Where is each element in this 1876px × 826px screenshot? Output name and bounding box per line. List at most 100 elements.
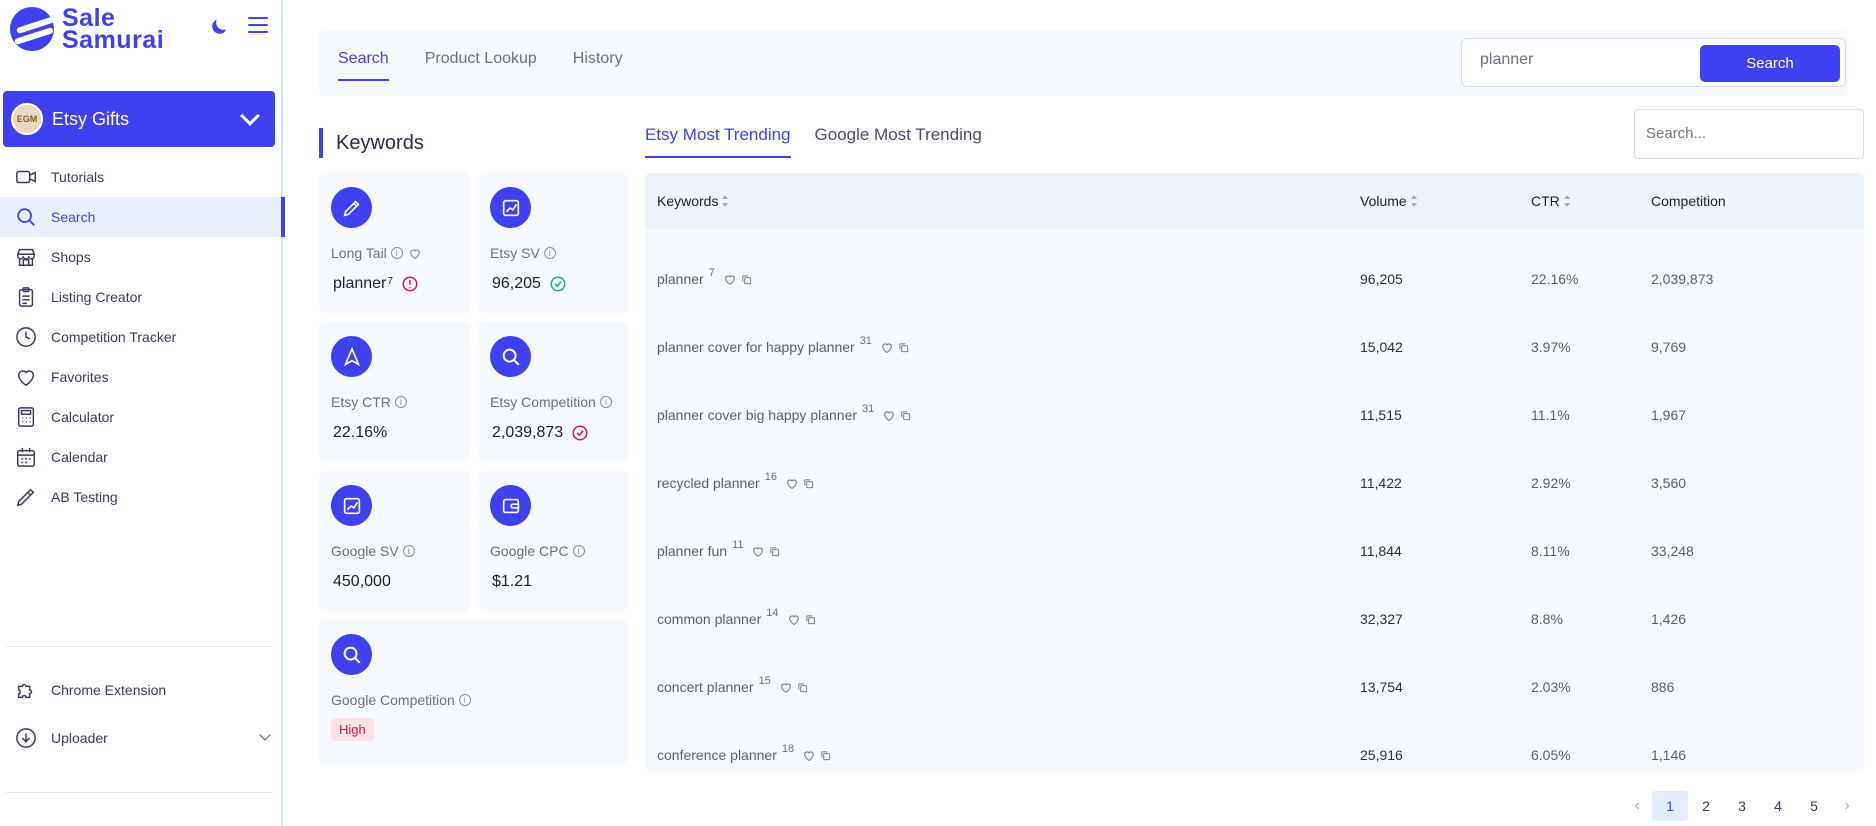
top-tabs: Search Product Lookup History <box>338 30 659 96</box>
card-label: Google SV <box>331 543 399 559</box>
keyword-text[interactable]: common planner <box>657 611 761 627</box>
sidebar-item-chrome-extension[interactable]: Chrome Extension <box>0 670 283 710</box>
keyword-cell: planner fun 11 <box>657 539 780 559</box>
moon-icon[interactable] <box>208 16 230 38</box>
sidebar-item-label: Competition Tracker <box>51 329 177 345</box>
sidebar-item-favorites[interactable]: Favorites <box>0 357 283 397</box>
keyword-text[interactable]: recycled planner <box>657 475 760 491</box>
page-button-4[interactable]: 4 <box>1760 791 1796 821</box>
table-row[interactable]: recycled planner 16 11,422 2.92% 3,560 <box>645 449 1864 517</box>
info-icon[interactable]: i <box>599 396 612 408</box>
copy-icon[interactable] <box>741 274 752 285</box>
ctr-cell: 3.97% <box>1531 339 1571 355</box>
search-button[interactable]: Search <box>1700 45 1840 82</box>
column-header-ctr[interactable]: CTR <box>1531 193 1571 209</box>
page-button-2[interactable]: 2 <box>1688 791 1724 821</box>
sidebar-item-search[interactable]: Search <box>0 197 285 237</box>
table-row[interactable]: concert planner 15 13,754 2.03% 886 <box>645 653 1864 721</box>
column-header-volume[interactable]: Volume <box>1360 193 1418 209</box>
copy-icon[interactable] <box>898 342 909 353</box>
heart-icon[interactable] <box>751 545 765 558</box>
copy-icon[interactable] <box>769 546 780 557</box>
card-label-wrap: Long Tail i <box>331 245 422 261</box>
table-row[interactable]: common planner 14 32,327 8.8% 1,426 <box>645 585 1864 653</box>
card-value-wrap: planner 7 <box>333 275 419 293</box>
card-value: $1.21 <box>492 573 533 590</box>
sidebar-item-uploader[interactable]: Uploader <box>0 718 283 758</box>
brand-name: Sale Samurai <box>62 6 164 53</box>
table-row[interactable]: planner cover for happy planner 31 15,042 3… <box>645 313 1864 381</box>
sidebar-item-calculator[interactable]: Calculator <box>0 397 283 437</box>
card-google-competition: Google Competition i High <box>319 620 628 764</box>
card-label-wrap: Google CPC i <box>490 543 585 559</box>
keyword-count: 31 <box>862 403 875 415</box>
chevron-down-icon <box>240 106 260 126</box>
info-icon[interactable]: i <box>402 545 415 557</box>
wallet-icon <box>490 485 531 526</box>
heart-icon[interactable] <box>802 749 816 762</box>
copy-icon[interactable] <box>820 750 831 761</box>
ctr-cell: 8.8% <box>1531 611 1563 627</box>
card-value-wrap: 96,205 <box>492 275 567 293</box>
video-icon <box>14 165 38 189</box>
tab-search[interactable]: Search <box>338 30 389 81</box>
info-icon[interactable]: i <box>543 247 556 259</box>
tab-product-lookup[interactable]: Product Lookup <box>425 30 537 80</box>
heart-icon[interactable] <box>787 613 801 626</box>
hamburger-menu-icon[interactable] <box>248 17 268 35</box>
sidebar-nav: Tutorials Search Shops Listing Creator C… <box>0 157 285 517</box>
keyword-text[interactable]: planner fun <box>657 543 727 559</box>
copy-icon[interactable] <box>805 614 816 625</box>
navigation-icon <box>331 336 372 377</box>
keyword-search-input[interactable] <box>1480 51 1680 69</box>
page-button-1[interactable]: 1 <box>1652 791 1688 821</box>
sidebar-item-tutorials[interactable]: Tutorials <box>0 157 283 197</box>
page-button-3[interactable]: 3 <box>1724 791 1760 821</box>
keyword-text[interactable]: planner cover big happy planner <box>657 407 857 423</box>
shop-avatar: EGM <box>11 103 43 135</box>
card-value: 22.16% <box>333 424 388 441</box>
column-header-keywords[interactable]: Keywords <box>657 193 729 209</box>
keyword-search-box: Search <box>1461 38 1846 87</box>
table-row[interactable]: conference planner 18 25,916 6.05% 1,146 <box>645 721 1864 789</box>
shop-selector[interactable]: EGM Etsy Gifts <box>3 91 275 147</box>
sort-icon <box>1563 195 1571 207</box>
tab-etsy-most-trending[interactable]: Etsy Most Trending <box>645 110 791 158</box>
page-button-5[interactable]: 5 <box>1796 791 1832 821</box>
sidebar-item-ab-testing[interactable]: AB Testing <box>0 477 283 517</box>
next-page-button[interactable]: › <box>1832 791 1862 821</box>
info-icon[interactable]: i <box>394 396 407 408</box>
copy-icon[interactable] <box>803 478 814 489</box>
keyword-text[interactable]: planner <box>657 271 704 287</box>
info-icon[interactable]: i <box>390 247 403 259</box>
table-row[interactable]: planner cover big happy planner 31 11,515 1… <box>645 381 1864 449</box>
heart-icon[interactable] <box>785 477 799 490</box>
tab-history[interactable]: History <box>573 30 623 80</box>
keyword-count: 31 <box>859 335 872 347</box>
sidebar-item-shops[interactable]: Shops <box>0 237 283 277</box>
heart-icon[interactable] <box>779 681 793 694</box>
keyword-text[interactable]: planner cover for happy planner <box>657 339 855 355</box>
tab-google-most-trending[interactable]: Google Most Trending <box>815 110 982 158</box>
sidebar-item-listing-creator[interactable]: Listing Creator <box>0 277 283 317</box>
sidebar-item-competition-tracker[interactable]: Competition Tracker <box>0 317 283 357</box>
prev-page-button[interactable]: ‹ <box>1622 791 1652 821</box>
copy-icon[interactable] <box>797 682 808 693</box>
heart-icon[interactable] <box>882 409 896 422</box>
table-row[interactable]: planner fun 11 11,844 8.11% 33,248 <box>645 517 1864 585</box>
heart-icon[interactable] <box>408 247 422 260</box>
pagination: ‹ 1 2 3 4 5 › <box>1622 791 1862 821</box>
info-icon[interactable]: i <box>572 545 585 557</box>
info-icon[interactable]: i <box>458 694 471 706</box>
heart-icon[interactable] <box>723 273 737 286</box>
table-search-input[interactable] <box>1646 125 1846 142</box>
heart-icon[interactable] <box>880 341 894 354</box>
sidebar-item-calendar[interactable]: Calendar <box>0 437 283 477</box>
brand[interactable]: Sale Samurai <box>10 6 164 53</box>
search-icon <box>331 634 372 675</box>
keyword-text[interactable]: conference planner <box>657 747 777 763</box>
copy-icon[interactable] <box>900 410 911 421</box>
table-row[interactable]: planner 7 96,205 22.16% 2,039,873 <box>645 245 1864 313</box>
keyword-count: 14 <box>766 607 779 619</box>
keyword-text[interactable]: concert planner <box>657 679 754 695</box>
